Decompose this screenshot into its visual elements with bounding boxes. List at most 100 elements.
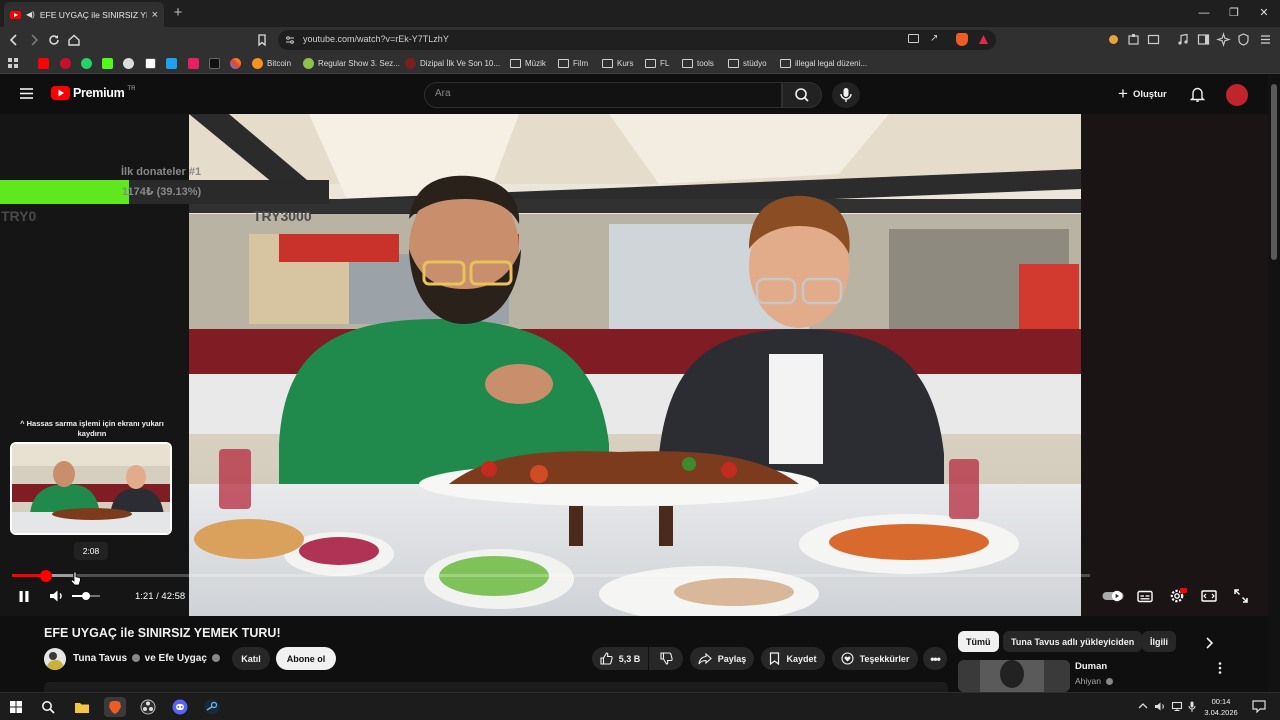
bookmark-folder-kurs[interactable]: Kurs	[602, 57, 633, 70]
notification-center-icon[interactable]	[1252, 700, 1266, 713]
volume-knob[interactable]	[82, 592, 90, 600]
bookmark-folder-illegal[interactable]: illegal legal düzeni...	[780, 57, 867, 70]
video-player[interactable]: İlk donateler #1 1174₺ (39.13%) TRY0 TRY…	[0, 114, 1268, 616]
menu-icon[interactable]	[1258, 32, 1273, 47]
bookmark-regular-show[interactable]: Regular Show 3. Sez...	[303, 57, 400, 70]
share-button[interactable]: Paylaş	[690, 647, 754, 670]
discord-button[interactable]	[170, 697, 190, 717]
tab-manager-icon[interactable]	[1146, 32, 1161, 47]
bookmark-folder-muzik[interactable]: Müzik	[510, 57, 546, 70]
close-window-icon[interactable]: ✕	[1254, 5, 1274, 21]
yandex-bookmark-icon[interactable]	[188, 57, 199, 70]
restore-icon[interactable]: ❐	[1224, 5, 1244, 21]
reload-icon[interactable]	[46, 32, 62, 48]
like-button[interactable]: 5,3 B	[592, 647, 648, 670]
github-bookmark-icon[interactable]	[123, 57, 134, 70]
more-actions-button[interactable]: •••	[923, 647, 947, 670]
page-scrollbar-thumb[interactable]	[1271, 84, 1277, 260]
microphone-tray-icon[interactable]	[1188, 701, 1196, 713]
fullscreen-button[interactable]	[1232, 587, 1250, 605]
kodlama-bookmark-icon[interactable]	[166, 57, 177, 70]
back-icon[interactable]	[6, 32, 22, 48]
forward-icon[interactable]	[26, 32, 42, 48]
recommended-video-title[interactable]: Duman	[1075, 661, 1107, 672]
brave-rewards-icon[interactable]	[978, 34, 989, 45]
pinterest-bookmark-icon[interactable]	[60, 57, 71, 70]
recommended-video-channel[interactable]: Ahiyan	[1075, 676, 1114, 686]
subtitles-button[interactable]	[1136, 587, 1154, 605]
settings-button[interactable]	[1168, 587, 1188, 605]
recommended-video-menu-icon[interactable]	[1216, 661, 1224, 675]
channel-name[interactable]: Tuna Tavus ve Efe Uygaç	[73, 653, 220, 664]
share-page-icon[interactable]: ↗	[930, 33, 938, 44]
sidebar-icon[interactable]	[1196, 32, 1211, 47]
colorful-bookmark-icon[interactable]	[230, 57, 241, 70]
chips-next-chevron-icon[interactable]	[1203, 636, 1215, 650]
bookmark-bitcoin[interactable]: Bitcoin	[252, 57, 291, 70]
scribd-bookmark-icon[interactable]	[209, 57, 220, 70]
seek-bar-scrubber[interactable]	[39, 569, 52, 582]
site-settings-icon[interactable]	[285, 35, 295, 45]
bookmark-folder-film[interactable]: Film	[558, 57, 588, 70]
start-button[interactable]	[6, 697, 26, 717]
notifications-bell-icon[interactable]	[1190, 86, 1205, 102]
media-control-icon[interactable]	[1176, 32, 1191, 47]
obs-button[interactable]	[138, 697, 158, 717]
file-explorer-button[interactable]	[72, 697, 92, 717]
autoplay-toggle[interactable]	[1101, 587, 1125, 605]
leo-ai-icon[interactable]	[1216, 32, 1231, 47]
youtube-bookmark-icon[interactable]	[38, 57, 49, 70]
save-button[interactable]: Kaydet	[761, 647, 825, 670]
description-box[interactable]	[44, 682, 948, 692]
dislike-button[interactable]	[649, 647, 683, 670]
wallet-icon[interactable]	[1106, 32, 1121, 47]
volume-slider[interactable]	[72, 592, 100, 600]
browser-tab[interactable]: ◀) EFE UYGAÇ ile SINIRSIZ YEME ×	[4, 2, 164, 27]
steam-button[interactable]	[202, 697, 222, 717]
minimize-icon[interactable]: —	[1194, 5, 1214, 21]
recommended-video-thumbnail[interactable]	[958, 660, 1070, 692]
pause-button[interactable]	[16, 587, 32, 605]
seek-bar[interactable]	[12, 569, 1090, 582]
brave-shields-icon[interactable]	[956, 33, 968, 46]
vpn-shield-icon[interactable]	[1236, 32, 1251, 47]
join-button[interactable]: Katıl	[232, 647, 270, 670]
home-icon[interactable]	[66, 32, 82, 48]
search-button[interactable]	[782, 82, 822, 108]
page-scrollbar[interactable]	[1268, 74, 1280, 692]
kick-bookmark-icon[interactable]	[102, 57, 113, 70]
bookmark-icon[interactable]	[254, 32, 270, 48]
mute-button[interactable]	[48, 587, 66, 605]
youtube-logo[interactable]: Premium TR	[51, 86, 135, 100]
bookmark-folder-fl[interactable]: FL	[645, 57, 669, 70]
create-button[interactable]: + Oluştur	[1118, 85, 1167, 102]
bookmark-folder-studyo[interactable]: stüdyo	[728, 57, 767, 70]
bookmark-folder-tools[interactable]: tools	[682, 57, 714, 70]
new-tab-button[interactable]: +	[170, 5, 186, 21]
tray-overflow-icon[interactable]	[1138, 702, 1148, 709]
account-avatar[interactable]	[1226, 84, 1248, 106]
cast-icon[interactable]	[908, 34, 919, 43]
voice-search-button[interactable]	[832, 82, 860, 108]
brave-browser-button[interactable]	[104, 697, 126, 717]
chip-all[interactable]: Tümü	[958, 631, 999, 652]
system-clock[interactable]: 00:14 3.04.2026	[1198, 696, 1244, 718]
bookmark-dizipal[interactable]: Dizipal İlk Ve Son 10...	[405, 57, 500, 70]
chip-related[interactable]: İlgili	[1142, 631, 1176, 652]
network-icon[interactable]	[1171, 701, 1183, 712]
search-input[interactable]	[435, 88, 765, 99]
apps-grid-icon[interactable]	[8, 57, 19, 70]
extensions-icon[interactable]	[1126, 32, 1141, 47]
guide-menu-icon[interactable]	[19, 87, 34, 100]
channel-avatar[interactable]	[44, 648, 66, 670]
address-bar[interactable]: youtube.com/watch?v=rEk-Y7TLzhY ↗	[278, 30, 996, 50]
thanks-button[interactable]: Teşekkürler	[832, 647, 918, 670]
chip-uploader[interactable]: Tuna Tavus adlı yükleyiciden	[1003, 631, 1143, 652]
theater-mode-button[interactable]	[1200, 587, 1218, 605]
close-tab-icon[interactable]: ×	[152, 9, 158, 21]
notion-bookmark-icon[interactable]	[145, 57, 156, 70]
speaker-icon[interactable]	[1154, 701, 1166, 712]
whatsapp-bookmark-icon[interactable]	[81, 57, 92, 70]
audio-playing-icon[interactable]: ◀)	[26, 10, 35, 19]
search-taskbar-button[interactable]	[38, 697, 58, 717]
